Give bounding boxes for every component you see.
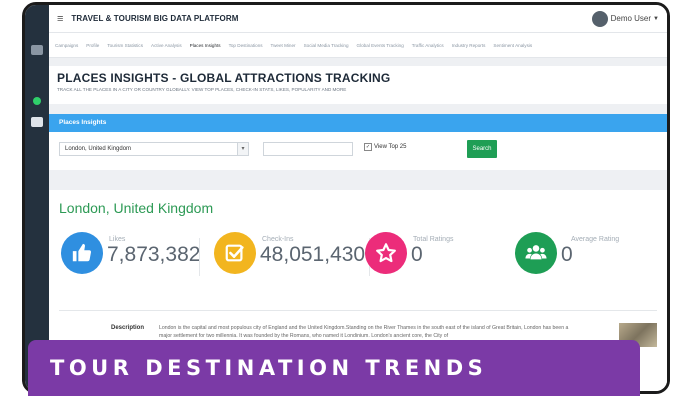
view-top-checkbox[interactable]: ✓ View Top 25 [364, 143, 406, 151]
stat-value: 7,873,382 [107, 243, 201, 266]
tab-places-insights[interactable]: Places Insights [190, 43, 221, 48]
stat-label: Total Ratings [413, 236, 454, 243]
checkbox-icon[interactable]: ✓ [364, 143, 372, 151]
location-select-value: London, United Kingdom [65, 146, 132, 152]
description-label: Description [111, 325, 145, 331]
brand-title: TRAVEL & TOURISM BIG DATA PLATFORM [71, 14, 239, 23]
stat-checkins: Check-Ins 48,051,430 [214, 232, 365, 274]
stat-value: 0 [411, 243, 423, 266]
stat-value: 48,051,430 [260, 243, 366, 266]
stat-label: Likes [109, 236, 126, 243]
browser-frame: ≡ TRAVEL & TOURISM BIG DATA PLATFORM Dem… [22, 2, 670, 394]
status-dot-icon [33, 97, 41, 105]
city-title: London, United Kingdom [59, 200, 214, 216]
user-menu[interactable]: Demo User ▼ [591, 10, 659, 27]
tab-top-destinations[interactable]: Top Destinations [229, 43, 263, 48]
chevron-down-icon[interactable]: ▾ [237, 143, 248, 155]
search-input[interactable] [263, 142, 353, 156]
user-name: Demo User [610, 14, 652, 23]
sidebar-logo-icon[interactable] [31, 45, 43, 55]
page-subtitle: TRACK ALL THE PLACES IN A CITY OR COUNTR… [57, 87, 347, 92]
sidebar-home-icon[interactable] [31, 117, 43, 127]
tab-campaigns[interactable]: Campaigns [55, 43, 78, 48]
search-button[interactable]: Search [467, 140, 497, 158]
thumbs-up-icon [61, 232, 103, 274]
divider [59, 310, 657, 311]
users-icon [515, 232, 557, 274]
stat-label: Check-Ins [262, 236, 294, 243]
check-square-icon [214, 232, 256, 274]
hamburger-menu-icon[interactable]: ≡ [57, 13, 63, 25]
stat-value: 0 [561, 243, 573, 266]
tab-industry-reports[interactable]: Industry Reports [452, 43, 486, 48]
stat-label: Average Rating [571, 236, 620, 243]
panel-header: Places Insights [49, 114, 667, 132]
promo-banner: TOUR DESTINATION TRENDS [28, 340, 640, 396]
page-header: PLACES INSIGHTS - GLOBAL ATTRACTIONS TRA… [49, 66, 667, 104]
location-select[interactable]: London, United Kingdom ▾ [59, 142, 249, 156]
tab-active-analysis[interactable]: Active Analysis [151, 43, 182, 48]
tab-tourism-statistics[interactable]: Tourism Statistics [107, 43, 143, 48]
nav-tabs: Campaigns Profile Tourism Statistics Act… [49, 33, 667, 58]
star-icon [365, 232, 407, 274]
top-bar: ≡ TRAVEL & TOURISM BIG DATA PLATFORM Dem… [49, 5, 667, 33]
page-title: PLACES INSIGHTS - GLOBAL ATTRACTIONS TRA… [57, 71, 391, 85]
tab-tweet-miner[interactable]: Tweet Miner [271, 43, 296, 48]
chevron-down-icon: ▼ [653, 15, 659, 22]
tab-social-media-tracking[interactable]: Social Media Tracking [304, 43, 349, 48]
search-row: London, United Kingdom ▾ ✓ View Top 25 S… [49, 132, 667, 170]
tab-profile[interactable]: Profile [86, 43, 99, 48]
view-top-label: View Top 25 [374, 144, 407, 150]
main-content: ≡ TRAVEL & TOURISM BIG DATA PLATFORM Dem… [49, 5, 667, 391]
banner-text: TOUR DESTINATION TRENDS [50, 356, 488, 380]
divider [199, 238, 200, 276]
tab-global-events-tracking[interactable]: Global Events Tracking [357, 43, 404, 48]
tab-sentiment-analysis[interactable]: Sentiment Analysis [493, 43, 532, 48]
stat-total-ratings: Total Ratings 0 [365, 232, 453, 274]
description-text: London is the capital and most populous … [159, 325, 569, 339]
avatar [591, 10, 608, 27]
stat-likes: Likes 7,873,382 [61, 232, 200, 274]
tab-traffic-analytics[interactable]: Traffic Analytics [412, 43, 444, 48]
left-sidebar [25, 5, 49, 391]
stat-average-rating: Average Rating 0 [515, 232, 619, 274]
